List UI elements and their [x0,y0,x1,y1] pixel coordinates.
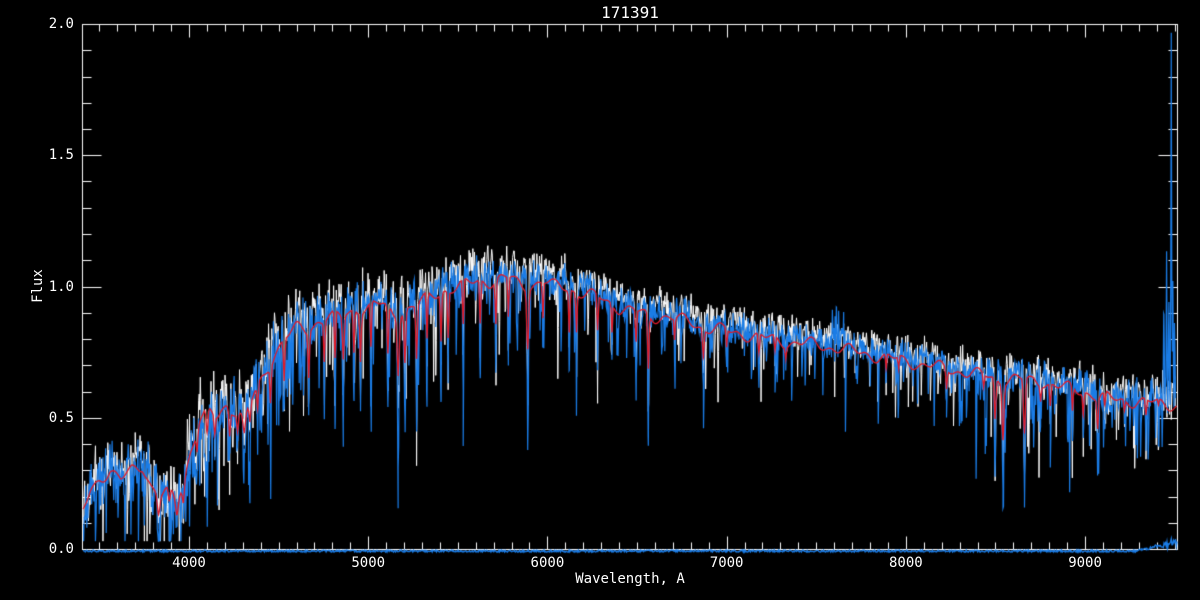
x-tick-label: 4000 [172,555,206,571]
x-tick-label: 9000 [1068,555,1102,571]
y-tick-label: 1.5 [48,147,74,164]
spectrum-plot-canvas [0,0,1200,600]
plot-title: 171391 [601,3,659,22]
spectrum-figure: 171391 Wavelength, A Flux 4000 5000 6000 70… [0,0,1200,600]
x-tick-label: 5000 [351,555,386,571]
y-tick-label: 0.5 [48,409,74,426]
y-axis-label: Flux [30,269,46,303]
x-tick-label: 6000 [530,555,565,571]
y-tick-label: 2.0 [48,16,74,32]
y-tick-label: 1.0 [48,278,74,295]
y-tick-label: 0.0 [48,541,74,557]
x-tick-label: 7000 [709,555,744,571]
x-axis-label: Wavelength, A [575,571,685,587]
x-tick-label: 8000 [888,555,923,571]
